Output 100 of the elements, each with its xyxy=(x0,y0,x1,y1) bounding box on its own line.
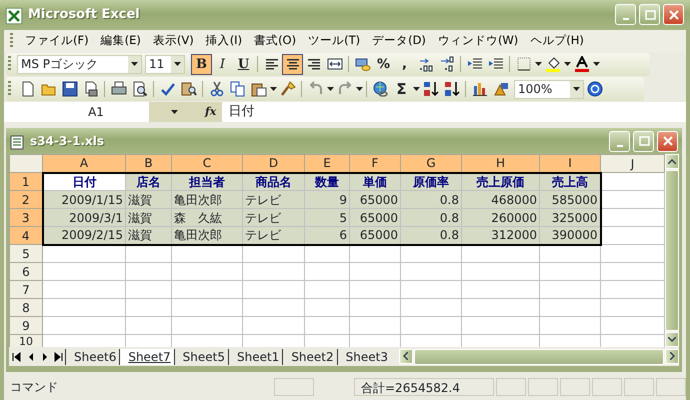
table-cell[interactable] xyxy=(42,244,126,263)
table-cell[interactable] xyxy=(126,262,172,281)
row-header[interactable]: 10 xyxy=(10,334,42,348)
table-cell[interactable] xyxy=(400,280,462,299)
bold-button[interactable]: B xyxy=(191,54,212,75)
column-header[interactable]: F xyxy=(350,154,400,173)
menu-item[interactable]: ウィンドウ(W) xyxy=(432,31,524,50)
table-cell[interactable]: 9 xyxy=(304,190,350,209)
table-cell[interactable] xyxy=(462,262,540,281)
table-cell[interactable] xyxy=(242,262,304,281)
table-cell[interactable]: 担当者 xyxy=(172,172,242,191)
table-cell[interactable] xyxy=(242,280,304,299)
dropdown-caret-icon[interactable] xyxy=(128,56,141,73)
row-header[interactable]: 4 xyxy=(10,226,42,245)
column-header[interactable]: J xyxy=(600,154,664,173)
align-center-icon[interactable] xyxy=(282,54,303,75)
table-cell[interactable] xyxy=(400,316,462,335)
table-cell[interactable] xyxy=(350,262,400,281)
menu-item[interactable]: 挿入(I) xyxy=(200,31,248,50)
caret-icon[interactable] xyxy=(355,87,363,92)
table-cell[interactable]: 65000 xyxy=(350,208,400,227)
column-header[interactable]: A xyxy=(42,154,126,173)
table-cell[interactable]: 6 xyxy=(304,226,350,245)
sheet-tab[interactable]: Sheet6 xyxy=(65,348,120,365)
table-cell[interactable] xyxy=(540,316,600,335)
close-button[interactable] xyxy=(657,130,678,152)
formula-field[interactable]: 日付 xyxy=(222,102,686,122)
scroll-up-icon[interactable] xyxy=(665,154,679,170)
insert-function-button[interactable]: fx xyxy=(199,102,222,122)
row-header[interactable]: 7 xyxy=(10,280,42,299)
caret-icon[interactable] xyxy=(412,87,420,92)
table-cell[interactable] xyxy=(126,244,172,263)
font-size-field[interactable]: 11 xyxy=(145,54,185,74)
minimize-button[interactable] xyxy=(609,130,630,152)
font-name-field[interactable]: MS Pゴシック xyxy=(17,54,142,74)
scroll-down-icon[interactable] xyxy=(665,332,679,348)
close-button[interactable] xyxy=(663,4,684,26)
menu-item[interactable]: ツール(T) xyxy=(302,31,366,50)
table-cell[interactable]: 数量 xyxy=(304,172,350,191)
table-cell[interactable]: 滋賀 xyxy=(126,226,172,245)
table-cell[interactable] xyxy=(172,262,242,281)
maximize-button[interactable] xyxy=(639,4,660,26)
column-header[interactable]: C xyxy=(172,154,242,173)
table-cell[interactable] xyxy=(600,316,664,335)
table-cell[interactable]: テレビ xyxy=(242,190,304,209)
table-cell[interactable]: 260000 xyxy=(462,208,540,227)
table-cell[interactable] xyxy=(42,316,126,335)
table-cell[interactable]: 2009/1/15 xyxy=(42,190,126,209)
row-header[interactable]: 5 xyxy=(10,244,42,263)
row-header[interactable]: 2 xyxy=(10,190,42,209)
table-cell[interactable] xyxy=(350,316,400,335)
table-cell[interactable] xyxy=(540,244,600,263)
table-cell[interactable]: 単価 xyxy=(350,172,400,191)
menu-item[interactable]: データ(D) xyxy=(366,31,432,50)
caret-icon[interactable] xyxy=(534,62,542,66)
table-cell[interactable] xyxy=(126,280,172,299)
column-header[interactable]: I xyxy=(540,154,600,173)
table-cell[interactable] xyxy=(242,298,304,317)
table-cell[interactable] xyxy=(540,280,600,299)
autosum-button[interactable]: Σ xyxy=(391,78,412,100)
menu-item[interactable]: 編集(E) xyxy=(94,31,147,50)
table-cell[interactable]: 森 久紘 xyxy=(172,208,242,227)
table-cell[interactable] xyxy=(126,298,172,317)
table-cell[interactable]: 亀田次郎 xyxy=(172,226,242,245)
row-header[interactable]: 9 xyxy=(10,316,42,335)
maximize-button[interactable] xyxy=(633,130,654,152)
column-header[interactable]: D xyxy=(242,154,304,173)
table-cell[interactable] xyxy=(126,316,172,335)
dropdown-caret-icon[interactable] xyxy=(570,80,583,98)
table-cell[interactable] xyxy=(540,298,600,317)
table-cell[interactable]: 65000 xyxy=(350,226,400,245)
table-cell[interactable] xyxy=(304,244,350,263)
table-cell[interactable] xyxy=(172,298,242,317)
table-cell[interactable] xyxy=(462,280,540,299)
table-cell[interactable] xyxy=(304,280,350,299)
table-cell[interactable]: テレビ xyxy=(242,208,304,227)
row-header[interactable]: 8 xyxy=(10,298,42,317)
table-cell[interactable]: 390000 xyxy=(540,226,600,245)
table-cell[interactable]: 売上高 xyxy=(540,172,600,191)
sheet-tab[interactable]: Sheet1 xyxy=(228,348,282,365)
minimize-button[interactable] xyxy=(615,4,636,26)
column-header[interactable]: B xyxy=(126,154,172,173)
table-cell[interactable] xyxy=(400,298,462,317)
table-cell[interactable] xyxy=(462,298,540,317)
table-cell[interactable] xyxy=(42,298,126,317)
table-cell[interactable]: 0.8 xyxy=(400,208,462,227)
column-header[interactable]: H xyxy=(462,154,540,173)
table-cell[interactable]: 2009/2/15 xyxy=(42,226,126,245)
scroll-left-icon[interactable] xyxy=(398,348,413,364)
table-cell[interactable]: 65000 xyxy=(350,190,400,209)
table-cell[interactable] xyxy=(172,280,242,299)
table-cell[interactable] xyxy=(172,244,242,263)
table-cell[interactable]: 滋賀 xyxy=(126,190,172,209)
table-cell[interactable]: 325000 xyxy=(540,208,600,227)
table-cell[interactable] xyxy=(42,262,126,281)
sheet-tab[interactable]: Sheet7 xyxy=(119,348,174,365)
scroll-thumb[interactable] xyxy=(665,170,679,332)
table-cell[interactable] xyxy=(304,298,350,317)
table-cell[interactable] xyxy=(304,316,350,335)
table-cell[interactable]: 585000 xyxy=(540,190,600,209)
